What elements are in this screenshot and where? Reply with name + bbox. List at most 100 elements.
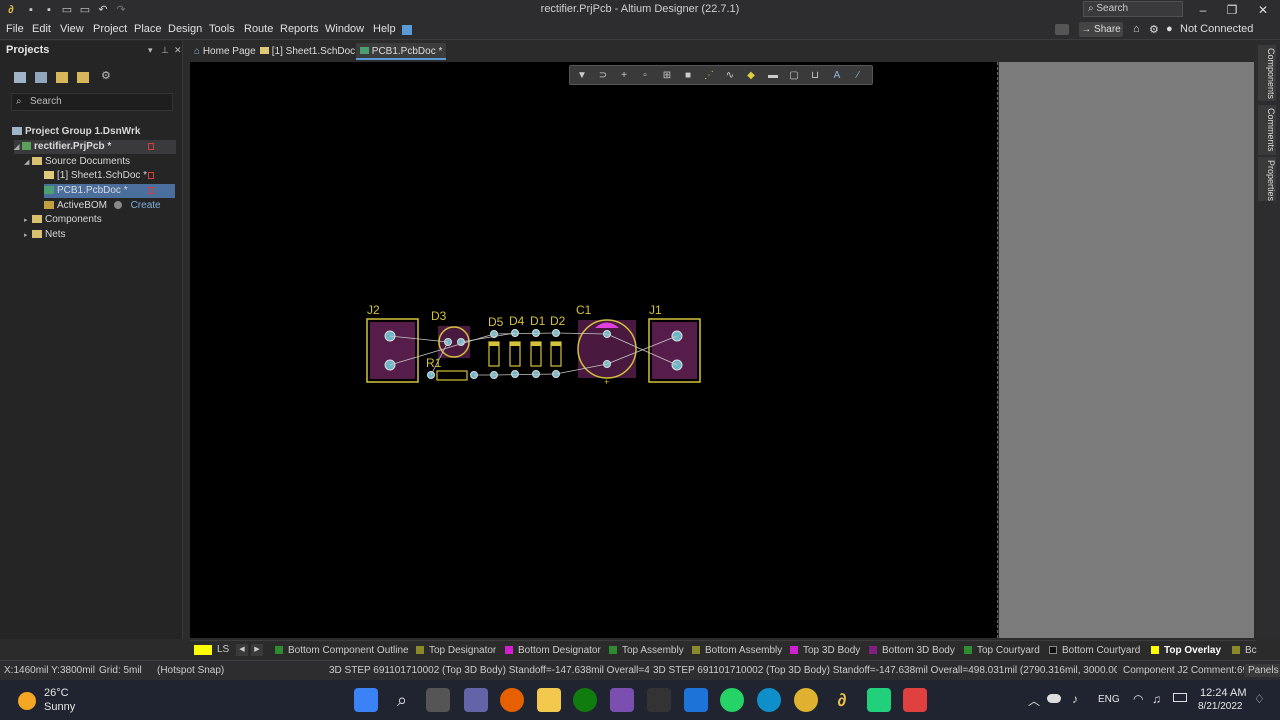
- recorder-icon[interactable]: [903, 688, 927, 712]
- layer-tab[interactable]: Bottom Designator: [505, 644, 601, 657]
- minimize-icon[interactable]: –: [1193, 2, 1213, 18]
- layer-set-button[interactable]: LS: [217, 644, 229, 655]
- open-project-icon[interactable]: [56, 72, 68, 83]
- layer-tab[interactable]: Bottom Courtyard: [1049, 644, 1140, 657]
- microphone-icon[interactable]: ♪: [1072, 692, 1078, 706]
- select-icon[interactable]: ⊃: [597, 70, 609, 81]
- camtasia-icon[interactable]: [867, 688, 891, 712]
- component-c1[interactable]: +: [577, 319, 637, 387]
- tree-item-project-group[interactable]: Project Group 1.DsnWrk: [12, 125, 140, 139]
- layer-tab[interactable]: Top Courtyard: [964, 644, 1040, 657]
- firefox-icon[interactable]: [500, 688, 524, 712]
- tree-item-nets[interactable]: ▸ Nets: [24, 228, 66, 242]
- maximize-icon[interactable]: ❐: [1222, 2, 1242, 18]
- dimension-icon[interactable]: ⊔: [809, 70, 821, 81]
- menu-window[interactable]: Window: [325, 23, 364, 35]
- expand-caret-icon[interactable]: ▸: [24, 229, 32, 243]
- scroll-left-icon[interactable]: ◀: [236, 644, 248, 656]
- settings-icon[interactable]: ⚙: [101, 71, 113, 82]
- weather-temperature[interactable]: 26°C: [44, 687, 69, 699]
- layer-tab-active[interactable]: Top Overlay: [1151, 644, 1221, 657]
- layer-tab[interactable]: Bottom 3D Body: [869, 644, 955, 657]
- tree-item-pcb1[interactable]: PCB1.PcbDoc *: [44, 184, 175, 198]
- menu-project[interactable]: Project: [93, 23, 127, 35]
- task-view-icon[interactable]: [426, 688, 450, 712]
- tree-item-components[interactable]: ▸ Components: [24, 213, 102, 227]
- start-icon[interactable]: [354, 688, 378, 712]
- side-tab-comments[interactable]: Comments: [1258, 105, 1276, 155]
- side-tab-components[interactable]: Components: [1258, 45, 1276, 101]
- edge-icon[interactable]: [757, 688, 781, 712]
- help-extra-icon[interactable]: [402, 25, 412, 35]
- menu-edit[interactable]: Edit: [32, 23, 51, 35]
- tree-item-source-documents[interactable]: ◢ Source Documents: [24, 155, 130, 169]
- tab-pcb1[interactable]: PCB1.PcbDoc *: [356, 43, 447, 60]
- chat-icon[interactable]: [1055, 24, 1069, 35]
- layer-tab[interactable]: Top 3D Body: [790, 644, 860, 657]
- tree-item-sheet1[interactable]: [1] Sheet1.SchDoc *: [44, 169, 154, 183]
- tree-item-project[interactable]: ◢ rectifier.PrjPcb *: [14, 140, 176, 154]
- menu-reports[interactable]: Reports: [280, 23, 319, 35]
- compile-icon[interactable]: [35, 72, 47, 83]
- current-layer-swatch[interactable]: [194, 645, 212, 655]
- weather-description[interactable]: Sunny: [44, 701, 75, 713]
- move-icon[interactable]: +: [618, 70, 630, 81]
- component-r1[interactable]: [427, 370, 478, 381]
- clock-date[interactable]: 8/21/2022: [1198, 701, 1243, 712]
- battery-icon[interactable]: [1173, 693, 1187, 702]
- share-button[interactable]: → Share: [1079, 22, 1123, 37]
- whatsapp-icon[interactable]: [720, 688, 744, 712]
- projects-search-input[interactable]: ⌕ Search: [11, 93, 173, 111]
- home-icon[interactable]: ⌂: [1133, 23, 1140, 35]
- side-tab-properties[interactable]: Properties: [1258, 157, 1276, 201]
- component-j1[interactable]: [648, 318, 701, 383]
- tab-sheet1[interactable]: [1] Sheet1.SchDoc *: [256, 43, 366, 60]
- layer-tab[interactable]: Top Designator: [416, 644, 496, 657]
- menu-file[interactable]: File: [6, 23, 24, 35]
- menu-tools[interactable]: Tools: [209, 23, 235, 35]
- panel-close-icon[interactable]: ✕: [174, 45, 182, 56]
- folder-icon[interactable]: [77, 72, 89, 83]
- chrome-icon[interactable]: [794, 688, 818, 712]
- store-icon[interactable]: [647, 688, 671, 712]
- expand-caret-icon[interactable]: ▸: [24, 214, 32, 228]
- text-icon[interactable]: A: [831, 70, 843, 81]
- component-d4[interactable]: [509, 329, 521, 378]
- menu-route[interactable]: Route: [244, 23, 273, 35]
- wifi-icon[interactable]: ◠: [1133, 692, 1143, 706]
- route-icon[interactable]: ⋰: [703, 70, 715, 81]
- polygon-icon[interactable]: ▬: [767, 70, 779, 81]
- close-icon[interactable]: ✕: [1253, 2, 1273, 18]
- cloud-icon[interactable]: [1047, 694, 1061, 703]
- search-icon[interactable]: ⌕: [390, 688, 414, 712]
- scroll-right-icon[interactable]: ▶: [251, 644, 263, 656]
- keepout-icon[interactable]: ▢: [788, 70, 800, 81]
- title-search-input[interactable]: ⌕ Search: [1083, 1, 1183, 17]
- select-area-icon[interactable]: ▫: [639, 70, 651, 81]
- component-j2[interactable]: [366, 318, 419, 383]
- pcb-canvas[interactable]: + J2 D3 D5 D4 D1 D2 C1 J1 R1: [190, 62, 998, 638]
- pin-icon[interactable]: ⊥: [161, 45, 169, 56]
- volume-icon[interactable]: ♫: [1152, 692, 1161, 706]
- gear-icon[interactable]: ⚙: [1149, 23, 1159, 36]
- save-project-icon[interactable]: [14, 72, 26, 83]
- component-d5[interactable]: [488, 330, 500, 379]
- menu-view[interactable]: View: [60, 23, 84, 35]
- menu-design[interactable]: Design: [168, 23, 202, 35]
- align-icon[interactable]: ⊞: [661, 70, 673, 81]
- component-d1[interactable]: [530, 329, 542, 378]
- connection-status[interactable]: Not Connected: [1180, 23, 1253, 35]
- sun-icon[interactable]: [18, 692, 36, 710]
- collapse-caret-icon[interactable]: ◢: [14, 141, 22, 155]
- app-icon[interactable]: [610, 688, 634, 712]
- place-pad-icon[interactable]: ◆: [745, 70, 757, 81]
- notification-icon[interactable]: ♢: [1254, 692, 1265, 706]
- menu-place[interactable]: Place: [134, 23, 162, 35]
- line-icon[interactable]: ⁄: [852, 70, 864, 81]
- interactive-route-icon[interactable]: ∿: [724, 70, 736, 81]
- layer-tab[interactable]: Bc: [1232, 644, 1257, 657]
- layer-tab[interactable]: Bottom Component Outline: [275, 644, 409, 657]
- panel-menu-icon[interactable]: ▾: [148, 45, 153, 56]
- file-explorer-icon[interactable]: [537, 688, 561, 712]
- tree-item-activebom[interactable]: ActiveBOM Create: [44, 199, 161, 213]
